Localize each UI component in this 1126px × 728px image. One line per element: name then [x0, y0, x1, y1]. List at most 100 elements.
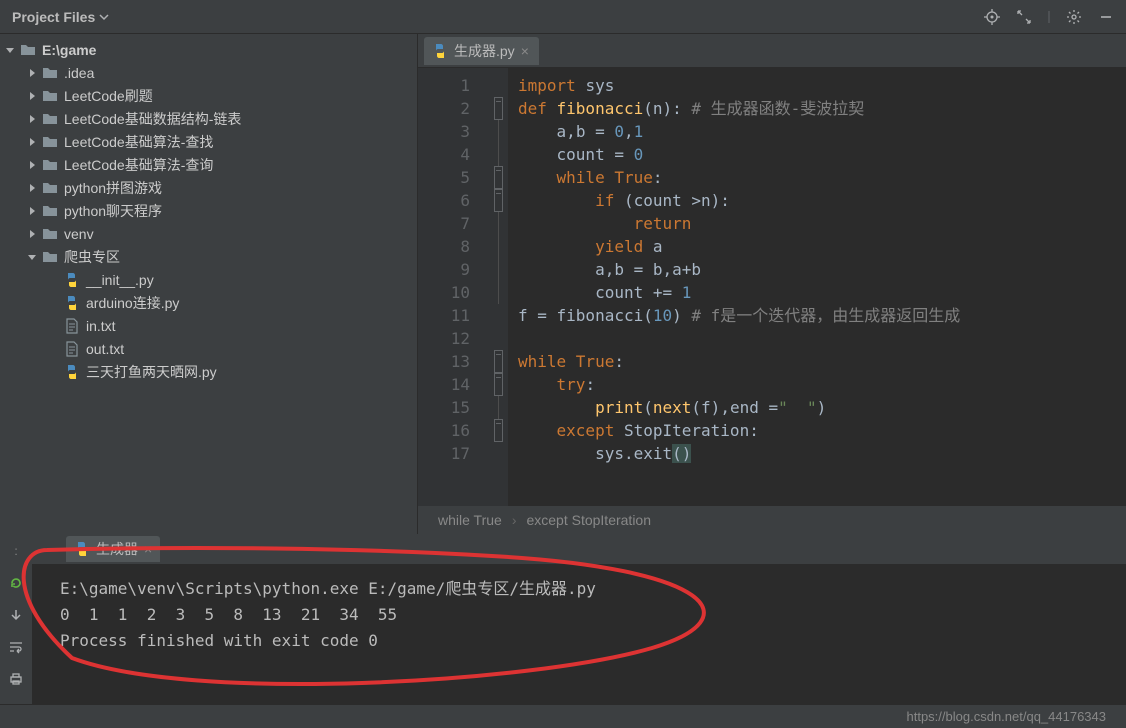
fold-toggle[interactable]: [494, 419, 503, 442]
line-number: 12: [418, 327, 470, 350]
code-line[interactable]: f = fibonacci(10) # f是一个迭代器，由生成器返回生成: [518, 304, 1126, 327]
tree-item-label: 爬虫专区: [64, 247, 120, 267]
fold-toggle[interactable]: [494, 189, 503, 212]
breadcrumb-item[interactable]: while True: [438, 512, 502, 528]
code-area[interactable]: import sysdef fibonacci(n): # 生成器函数-斐波拉契…: [508, 68, 1126, 506]
locate-icon[interactable]: [978, 3, 1006, 31]
tree-item[interactable]: __init__.py: [0, 268, 417, 291]
toolbar-separator: [1042, 3, 1056, 31]
code-editor[interactable]: 1234567891011121314151617 import sysdef …: [418, 68, 1126, 506]
tree-item[interactable]: 三天打鱼两天晒网.py: [0, 360, 417, 383]
fold-toggle[interactable]: [494, 373, 503, 396]
tree-item[interactable]: .idea: [0, 61, 417, 84]
project-files-dropdown[interactable]: Project Files: [6, 9, 115, 25]
run-label-icon: :: [5, 540, 27, 562]
run-tab-label: 生成器: [96, 539, 138, 559]
code-line[interactable]: sys.exit(): [518, 442, 1126, 465]
tree-item-label: LeetCode刷题: [64, 86, 153, 106]
line-number: 13: [418, 350, 470, 373]
tree-item-label: LeetCode基础算法-查找: [64, 132, 213, 152]
fold-toggle[interactable]: [494, 97, 503, 120]
line-number: 4: [418, 143, 470, 166]
run-tabs: 生成器 ×: [32, 534, 1126, 564]
run-tab[interactable]: 生成器 ×: [66, 536, 160, 562]
line-number: 8: [418, 235, 470, 258]
tree-item[interactable]: LeetCode基础算法-查询: [0, 153, 417, 176]
tree-item[interactable]: in.txt: [0, 314, 417, 337]
code-line[interactable]: a,b = 0,1: [518, 120, 1126, 143]
editor-tabs: 生成器.py ×: [418, 34, 1126, 68]
code-line[interactable]: return: [518, 212, 1126, 235]
print-icon[interactable]: [5, 668, 27, 690]
line-number: 7: [418, 212, 470, 235]
expand-icon[interactable]: [1010, 3, 1038, 31]
fold-toggle[interactable]: [494, 166, 503, 189]
fold-column[interactable]: [488, 68, 508, 506]
tree-item-label: .idea: [64, 65, 94, 81]
line-number: 9: [418, 258, 470, 281]
code-line[interactable]: try:: [518, 373, 1126, 396]
line-number: 6: [418, 189, 470, 212]
console-output[interactable]: E:\game\venv\Scripts\python.exe E:/game/…: [32, 564, 1126, 704]
editor-pane: 生成器.py × 1234567891011121314151617 impor…: [418, 34, 1126, 534]
line-number: 2: [418, 97, 470, 120]
project-sidebar[interactable]: E:\game .idea LeetCode刷题 LeetCode基础数据结构-…: [0, 34, 418, 534]
line-gutter: 1234567891011121314151617: [418, 68, 488, 506]
python-icon: [74, 541, 90, 557]
tree-item[interactable]: python聊天程序: [0, 199, 417, 222]
line-number: 3: [418, 120, 470, 143]
fold-toggle[interactable]: [494, 350, 503, 373]
tree-item-label: venv: [64, 226, 94, 242]
run-gutter: :: [0, 534, 32, 704]
close-run-tab-icon[interactable]: ×: [144, 541, 152, 557]
code-line[interactable]: def fibonacci(n): # 生成器函数-斐波拉契: [518, 97, 1126, 120]
tree-item[interactable]: LeetCode基础算法-查找: [0, 130, 417, 153]
tree-item-label: 三天打鱼两天晒网.py: [86, 362, 217, 382]
tree-item-label: LeetCode基础数据结构-链表: [64, 109, 241, 129]
status-bar: https://blog.csdn.net/qq_44176343: [0, 704, 1126, 728]
code-line[interactable]: if (count >n):: [518, 189, 1126, 212]
down-icon[interactable]: [5, 604, 27, 626]
code-line[interactable]: yield a: [518, 235, 1126, 258]
tree-item[interactable]: 爬虫专区: [0, 245, 417, 268]
tree-item-label: python聊天程序: [64, 201, 162, 221]
tree-item[interactable]: python拼图游戏: [0, 176, 417, 199]
line-number: 15: [418, 396, 470, 419]
tree-item[interactable]: out.txt: [0, 337, 417, 360]
python-icon: [432, 43, 448, 59]
editor-tab[interactable]: 生成器.py ×: [424, 37, 539, 65]
breadcrumb-item[interactable]: except StopIteration: [526, 512, 651, 528]
line-number: 11: [418, 304, 470, 327]
tree-item-label: arduino连接.py: [86, 293, 179, 313]
status-text: https://blog.csdn.net/qq_44176343: [907, 709, 1107, 724]
rerun-icon[interactable]: [5, 572, 27, 594]
tree-item-label: out.txt: [86, 341, 124, 357]
code-line[interactable]: while True:: [518, 166, 1126, 189]
code-line[interactable]: a,b = b,a+b: [518, 258, 1126, 281]
code-line[interactable]: count += 1: [518, 281, 1126, 304]
code-line[interactable]: except StopIteration:: [518, 419, 1126, 442]
tree-item[interactable]: LeetCode基础数据结构-链表: [0, 107, 417, 130]
code-line[interactable]: while True:: [518, 350, 1126, 373]
chevron-down-icon: [99, 12, 109, 22]
breadcrumb[interactable]: while True › except StopIteration: [418, 506, 1126, 534]
tree-item[interactable]: venv: [0, 222, 417, 245]
project-files-label: Project Files: [12, 9, 95, 25]
minimize-icon[interactable]: [1092, 3, 1120, 31]
tree-item[interactable]: LeetCode刷题: [0, 84, 417, 107]
code-line[interactable]: import sys: [518, 74, 1126, 97]
gear-icon[interactable]: [1060, 3, 1088, 31]
code-line[interactable]: count = 0: [518, 143, 1126, 166]
close-tab-icon[interactable]: ×: [521, 43, 529, 59]
tree-item-label: in.txt: [86, 318, 116, 334]
wrap-icon[interactable]: [5, 636, 27, 658]
tree-root[interactable]: E:\game: [0, 38, 417, 61]
code-line[interactable]: print(next(f),end =" "): [518, 396, 1126, 419]
tree-root-label: E:\game: [42, 42, 96, 58]
main-area: E:\game .idea LeetCode刷题 LeetCode基础数据结构-…: [0, 34, 1126, 534]
tree-item[interactable]: arduino连接.py: [0, 291, 417, 314]
tree-item-label: __init__.py: [86, 272, 154, 288]
line-number: 17: [418, 442, 470, 465]
code-line[interactable]: [518, 327, 1126, 350]
editor-tab-label: 生成器.py: [454, 41, 515, 61]
